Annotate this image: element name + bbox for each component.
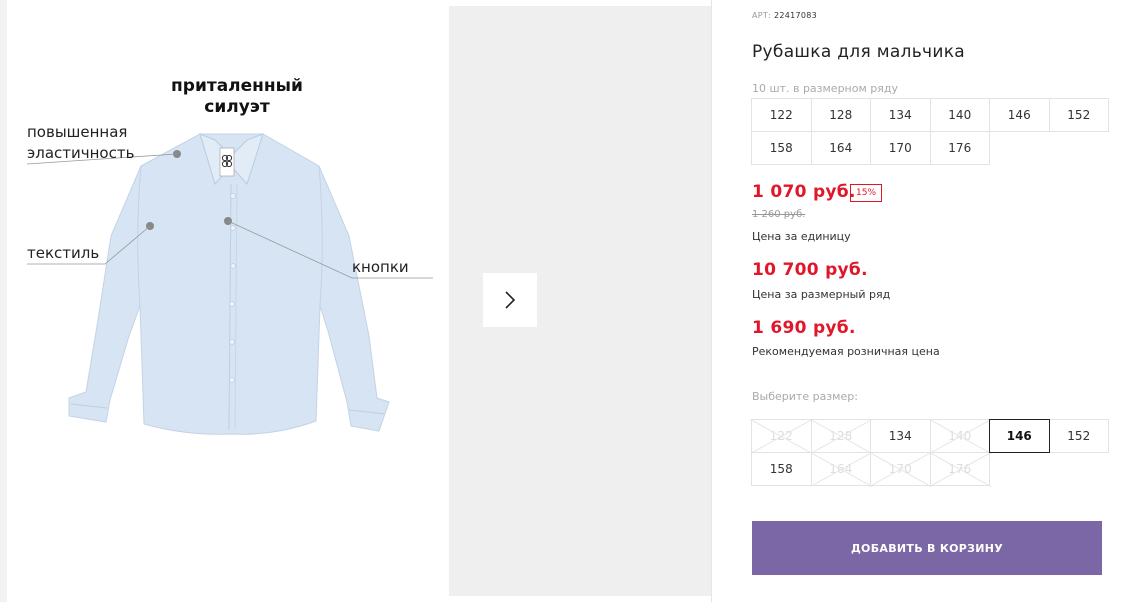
range-price: 10 700 руб. xyxy=(752,260,868,280)
fit-label: приталенный силуэт xyxy=(171,76,303,117)
article-label: АРТ: xyxy=(752,11,772,20)
range-price-caption: Цена за размерный ряд xyxy=(752,288,891,301)
retail-price-caption: Рекомендуемая розничная цена xyxy=(752,345,940,358)
size-option-selected[interactable]: 146 xyxy=(989,419,1050,453)
size-option[interactable]: 152 xyxy=(1048,419,1109,453)
gallery-edge xyxy=(0,0,7,602)
size-option[interactable]: 158 xyxy=(751,452,812,486)
choose-size-label: Выберите размер: xyxy=(752,390,858,403)
unit-price: 1 070 руб. xyxy=(752,182,856,202)
size-range-grid: 122 128 134 140 146 152 158 164 170 176 xyxy=(751,98,1109,165)
unit-price-caption: Цена за единицу xyxy=(752,230,851,243)
range-note: 10 шт. в размерном ряду xyxy=(752,82,898,95)
range-size-cell: 176 xyxy=(929,131,990,165)
range-size-cell: 152 xyxy=(1048,98,1109,132)
size-option-unavailable: 122 xyxy=(751,419,812,453)
size-option[interactable]: 134 xyxy=(870,419,931,453)
product-title: Рубашка для мальчика xyxy=(752,42,966,62)
range-size-cell: 170 xyxy=(870,131,931,165)
feature-textile-label: текстиль xyxy=(27,244,100,262)
old-price: 1 260 руб. xyxy=(752,209,806,220)
feature-elasticity-label: повышенная эластичность xyxy=(27,123,135,162)
range-size-cell: 158 xyxy=(751,131,812,165)
range-size-cell: 128 xyxy=(810,98,871,132)
size-option-unavailable: 170 xyxy=(870,452,931,486)
size-option-unavailable: 140 xyxy=(929,419,990,453)
column-divider xyxy=(711,0,712,602)
size-option-unavailable: 128 xyxy=(810,419,871,453)
size-option-unavailable: 164 xyxy=(810,452,871,486)
chevron-right-icon xyxy=(505,291,516,309)
product-photo: приталенный силуэт повышенная эластичнос… xyxy=(7,6,448,596)
range-size-cell: 140 xyxy=(929,98,990,132)
range-size-cell: 122 xyxy=(751,98,812,132)
article-value: 22417083 xyxy=(773,11,818,20)
range-size-cell: 164 xyxy=(810,131,871,165)
size-option-unavailable: 176 xyxy=(929,452,990,486)
article-number: АРТ: 22417083 xyxy=(752,11,817,20)
feature-buttons-label: кнопки xyxy=(352,258,409,276)
range-size-cell: 146 xyxy=(989,98,1050,132)
retail-price: 1 690 руб. xyxy=(752,318,856,338)
add-to-cart-button[interactable]: ДОБАВИТЬ В КОРЗИНУ xyxy=(752,521,1102,575)
next-image-button[interactable] xyxy=(483,273,537,327)
size-selector: 122 128 134 140 146 152 158 164 170 176 xyxy=(751,419,1109,486)
range-size-cell: 134 xyxy=(870,98,931,132)
discount-badge: 15% xyxy=(850,184,883,202)
